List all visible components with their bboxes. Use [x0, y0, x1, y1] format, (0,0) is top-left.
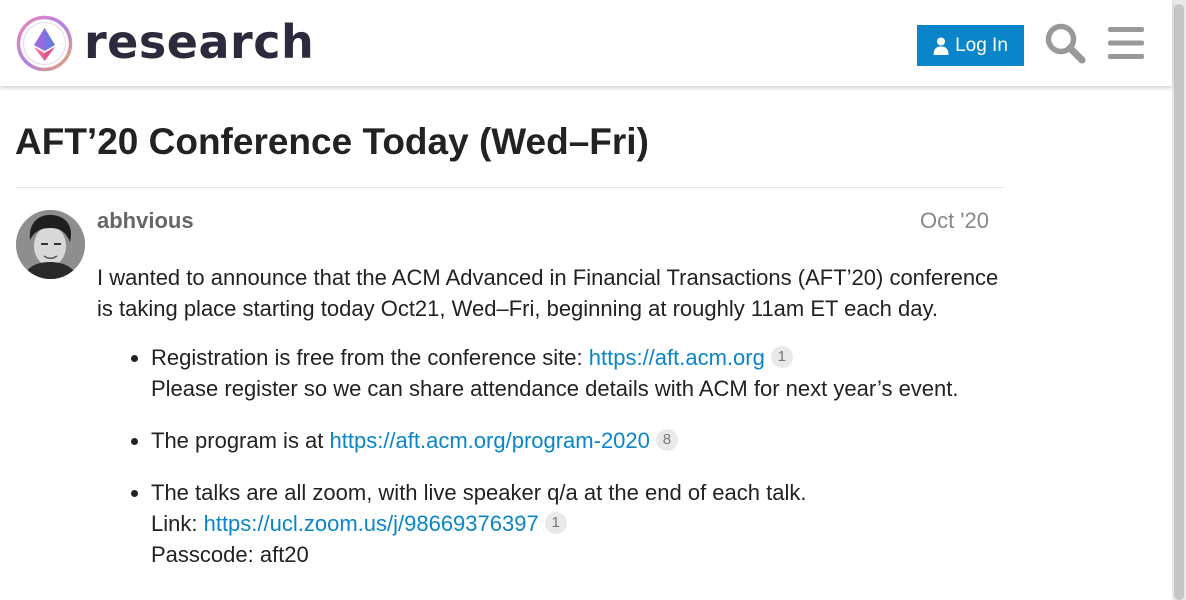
topic-title[interactable]: AFT’20 Conference Today (Wed–Fri): [15, 120, 649, 164]
item-text: The talks are all zoom, with live speake…: [151, 480, 807, 505]
page-scrollbar[interactable]: [1172, 0, 1186, 600]
post-intro: I wanted to announce that the ACM Advanc…: [97, 265, 999, 321]
post-username[interactable]: abhvious: [97, 208, 194, 234]
login-button[interactable]: Log In: [917, 25, 1024, 66]
item-text: Registration is free from the conference…: [151, 345, 589, 370]
title-divider: [16, 187, 1004, 188]
login-button-label: Log In: [955, 34, 1008, 56]
registration-link[interactable]: https://aft.acm.org: [589, 345, 765, 370]
post-date[interactable]: Oct '20: [920, 208, 989, 234]
post-list: Registration is free from the conference…: [97, 342, 1002, 570]
avatar-image: [16, 210, 85, 279]
click-count-badge: 1: [544, 512, 567, 535]
item-text: Link:: [151, 511, 204, 536]
click-count-badge: 1: [770, 346, 793, 369]
hamburger-menu-icon[interactable]: [1106, 24, 1146, 62]
zoom-link[interactable]: https://ucl.zoom.us/j/98669376397: [204, 511, 539, 536]
program-link[interactable]: https://aft.acm.org/program-2020: [330, 428, 650, 453]
search-icon[interactable]: [1044, 22, 1086, 64]
post-body: I wanted to announce that the ACM Advanc…: [97, 262, 1002, 591]
logo-icon[interactable]: [16, 15, 73, 72]
item-text: Please register so we can share attendan…: [151, 376, 959, 401]
site-brand[interactable]: research: [84, 14, 314, 70]
item-text: The program is at: [151, 428, 330, 453]
avatar[interactable]: [16, 210, 85, 279]
scrollbar-thumb[interactable]: [1174, 4, 1184, 600]
click-count-badge: 8: [655, 429, 678, 452]
item-text: Passcode: aft20: [151, 542, 309, 567]
list-item: The program is at https://aft.acm.org/pr…: [151, 425, 1002, 456]
list-item: Registration is free from the conference…: [151, 342, 1002, 404]
user-icon: [933, 37, 949, 55]
site-header: research Log In: [0, 0, 1172, 86]
list-item: The talks are all zoom, with live speake…: [151, 477, 1002, 570]
